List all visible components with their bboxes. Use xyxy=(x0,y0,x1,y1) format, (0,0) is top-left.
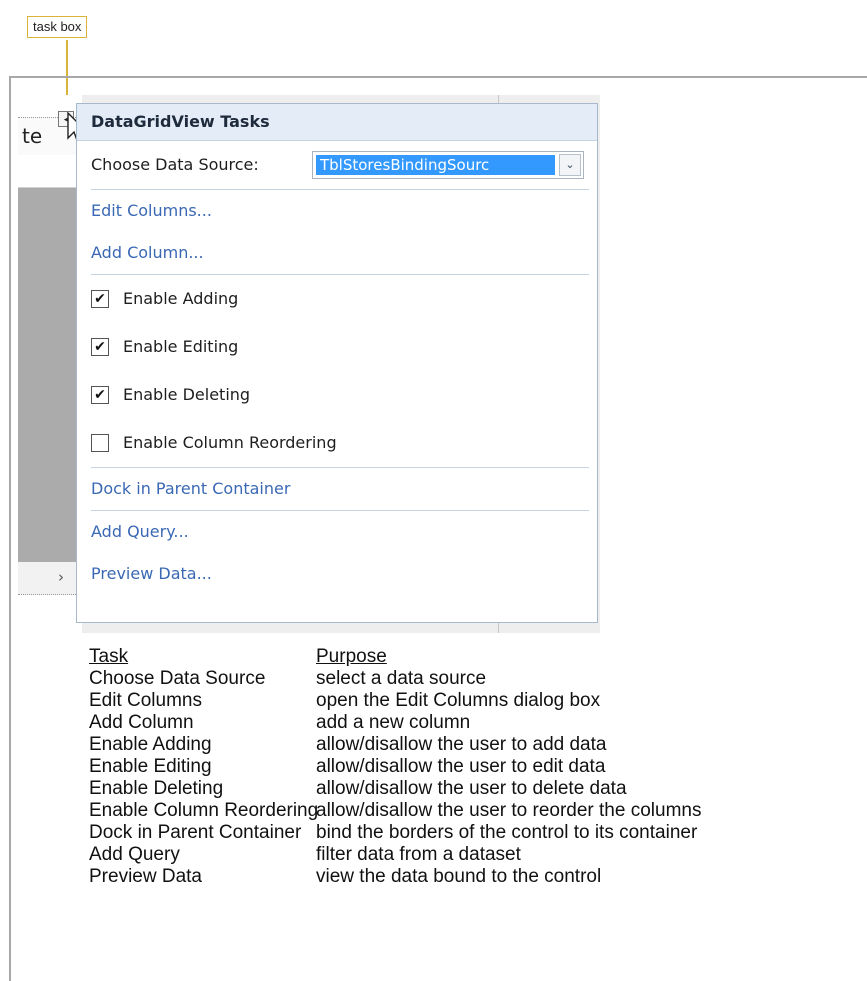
task-cell: Add Query xyxy=(89,844,180,865)
task-cell: Enable Editing xyxy=(89,756,212,777)
enable-adding-option[interactable]: ✔ Enable Adding xyxy=(77,275,597,323)
enable-deleting-checkbox[interactable]: ✔ xyxy=(91,386,109,404)
enable-adding-label[interactable]: Enable Adding xyxy=(123,275,238,323)
table-row: Add Query filter data from a dataset xyxy=(89,844,867,866)
chevron-down-icon[interactable]: ⌄ xyxy=(559,154,581,176)
enable-deleting-label[interactable]: Enable Deleting xyxy=(123,371,250,419)
task-column-header: Task xyxy=(89,646,129,667)
purpose-cell: open the Edit Columns dialog box xyxy=(316,690,601,711)
table-row: Enable Adding allow/disallow the user to… xyxy=(89,734,867,756)
enable-deleting-option[interactable]: ✔ Enable Deleting xyxy=(77,371,597,419)
data-source-combobox[interactable]: TblStoresBindingSourc ⌄ xyxy=(312,151,584,179)
table-row: Enable Editing allow/disallow the user t… xyxy=(89,756,867,778)
datagridview-tasks-panel: DataGridView Tasks Choose Data Source: T… xyxy=(76,103,598,623)
grid-empty-area xyxy=(18,188,82,562)
task-cell: Preview Data xyxy=(89,866,202,887)
purpose-cell: allow/disallow the user to add data xyxy=(316,734,607,755)
task-cell: Edit Columns xyxy=(89,690,202,711)
enable-column-reordering-option[interactable]: Enable Column Reordering xyxy=(77,419,597,467)
task-cell: Enable Adding xyxy=(89,734,212,755)
task-cell: Dock in Parent Container xyxy=(89,822,302,843)
figure-frame-top xyxy=(9,76,867,78)
purpose-cell: view the data bound to the control xyxy=(316,866,602,887)
choose-data-source-label: Choose Data Source: xyxy=(91,155,259,174)
table-row: Enable Column Reordering allow/disallow … xyxy=(89,800,867,822)
task-cell: Enable Deleting xyxy=(89,778,224,799)
table-header-row: Task Purpose xyxy=(89,646,867,668)
purpose-cell: allow/disallow the user to reorder the c… xyxy=(316,800,702,821)
grid-new-row xyxy=(18,155,82,188)
enable-adding-checkbox[interactable]: ✔ xyxy=(91,290,109,308)
task-cell: Choose Data Source xyxy=(89,668,266,689)
task-purpose-table: Task Purpose Choose Data Source select a… xyxy=(89,646,867,888)
preview-data-link[interactable]: Preview Data... xyxy=(77,553,597,595)
purpose-cell: select a data source xyxy=(316,668,487,689)
enable-column-reordering-checkbox[interactable] xyxy=(91,434,109,452)
choose-data-source-row: Choose Data Source: TblStoresBindingSour… xyxy=(77,141,597,189)
table-row: Choose Data Source select a data source xyxy=(89,668,867,690)
purpose-cell: add a new column xyxy=(316,712,471,733)
data-source-value[interactable]: TblStoresBindingSourc xyxy=(316,155,555,175)
grid-horizontal-scrollbar[interactable]: › xyxy=(18,562,82,595)
figure-frame-left xyxy=(9,76,11,981)
enable-column-reordering-label[interactable]: Enable Column Reordering xyxy=(123,419,337,467)
add-query-link[interactable]: Add Query... xyxy=(77,511,597,553)
enable-editing-checkbox[interactable]: ✔ xyxy=(91,338,109,356)
dock-in-parent-container-link[interactable]: Dock in Parent Container xyxy=(77,468,597,510)
table-row: Dock in Parent Container bind the border… xyxy=(89,822,867,844)
task-box-callout: task box xyxy=(27,16,88,38)
edit-columns-link[interactable]: Edit Columns... xyxy=(77,190,597,232)
task-cell: Add Column xyxy=(89,712,194,733)
table-row: Preview Data view the data bound to the … xyxy=(89,866,867,888)
purpose-cell: allow/disallow the user to delete data xyxy=(316,778,627,799)
table-row: Edit Columns open the Edit Columns dialo… xyxy=(89,690,867,712)
task-cell: Enable Column Reordering xyxy=(89,800,319,821)
scroll-right-icon[interactable]: › xyxy=(58,568,64,586)
enable-editing-label[interactable]: Enable Editing xyxy=(123,323,238,371)
purpose-cell: filter data from a dataset xyxy=(316,844,521,865)
purpose-cell: allow/disallow the user to edit data xyxy=(316,756,606,777)
panel-title: DataGridView Tasks xyxy=(77,104,597,141)
table-row: Enable Deleting allow/disallow the user … xyxy=(89,778,867,800)
grid-bottom-area xyxy=(18,595,82,633)
table-row: Add Column add a new column xyxy=(89,712,867,734)
add-column-link[interactable]: Add Column... xyxy=(77,232,597,274)
purpose-cell: bind the borders of the control to its c… xyxy=(316,822,698,843)
purpose-column-header: Purpose xyxy=(316,646,387,667)
enable-editing-option[interactable]: ✔ Enable Editing xyxy=(77,323,597,371)
